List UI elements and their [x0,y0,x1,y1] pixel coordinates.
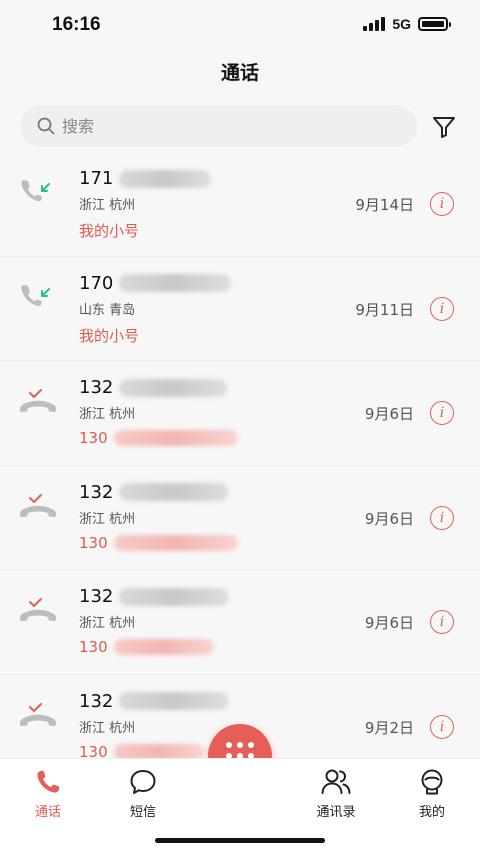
subline-text: 我的小号 [79,326,140,345]
call-date: 9月6日 [364,405,414,424]
missed-call-icon [18,490,58,526]
info-icon[interactable]: i [430,714,454,739]
signal-icon [363,17,386,31]
phone-icon [37,771,59,793]
redacted-number [119,378,228,397]
tab-profile[interactable]: 我的 [397,767,467,820]
call-row[interactable]: 132 浙江 杭州 130 9月6日 i [0,570,480,675]
contacts-icon [321,769,351,794]
redacted-number [113,430,238,447]
incoming-call-icon [18,281,58,317]
missed-call-icon [18,699,58,735]
phone-number: 132 [79,377,228,399]
subline-text: 130 [79,533,108,552]
redacted-number [119,692,230,711]
status-time: 16:16 [52,14,101,35]
redacted-number [119,169,212,188]
call-row[interactable]: 132 浙江 杭州 130 9月6日 i [0,361,480,466]
missed-call-icon [18,594,58,630]
network-type: 5G [392,16,411,32]
call-date: 9月6日 [364,614,414,633]
phone-number-prefix: 132 [79,377,114,399]
call-location: 浙江 杭州 [79,616,136,632]
call-subline: 130 [79,429,238,447]
redacted-number [119,587,230,606]
phone-number-prefix: 132 [79,690,114,712]
call-date: 9月11日 [355,300,414,319]
profile-icon [421,769,443,795]
call-location: 浙江 杭州 [79,720,136,736]
battery-icon [418,17,451,31]
call-location: 浙江 杭州 [79,198,136,213]
tab-contacts[interactable]: 通讯录 [301,767,371,820]
call-date: 9月2日 [364,718,414,737]
phone-number-prefix: 171 [79,168,114,189]
call-subline: 130 [79,638,214,656]
message-icon [130,770,156,794]
status-bar: 16:16 5G [0,0,480,52]
phone-number: 132 [79,586,230,608]
info-icon[interactable]: i [430,296,454,321]
call-subline: 130 [79,534,238,552]
tab-label: 通话 [34,805,61,820]
phone-number-prefix: 132 [79,481,114,503]
redacted-number [113,534,238,551]
info-icon[interactable]: i [430,192,454,216]
call-location: 浙江 杭州 [79,511,136,527]
info-icon[interactable]: i [430,505,454,530]
redacted-number [113,639,214,656]
subline-text: 我的小号 [79,222,140,240]
status-indicators: 5G [363,16,451,32]
tab-calls[interactable]: 通话 [13,767,83,820]
call-location: 浙江 杭州 [79,407,136,423]
tab-messages[interactable]: 短信 [108,767,178,820]
call-subline: 我的小号 [79,325,139,346]
tab-label: 短信 [129,805,156,820]
tab-label: 我的 [418,805,445,820]
call-location: 山东 青岛 [79,302,136,318]
call-list: 171 浙江 杭州 我的小号 9月14日 i 170 山东 青岛 我的小号 9月… [0,152,480,780]
call-date: 9月6日 [364,509,414,528]
tab-label: 通讯录 [316,805,356,820]
search-input[interactable] [62,116,362,136]
page-title: 通话 [220,62,259,84]
missed-call-icon [18,385,58,421]
subline-text: 130 [79,429,108,448]
phone-number-prefix: 170 [79,272,114,294]
call-date: 9月14日 [355,196,414,214]
info-icon[interactable]: i [430,401,454,426]
search-icon [37,117,55,135]
info-icon[interactable]: i [430,610,454,635]
redacted-number [119,274,232,293]
home-indicator [155,838,325,843]
phone-number: 132 [79,481,230,503]
phone-number: 132 [79,690,230,712]
call-row[interactable]: 132 浙江 杭州 130 9月6日 i [0,466,480,571]
subline-text: 130 [79,638,108,657]
phone-number: 171 [79,168,212,189]
call-row[interactable]: 171 浙江 杭州 我的小号 9月14日 i [0,152,480,257]
call-subline: 我的小号 [79,220,139,241]
search-bar[interactable] [20,105,417,147]
call-row[interactable]: 170 山东 青岛 我的小号 9月11日 i [0,257,480,362]
phone-number: 170 [79,272,232,294]
incoming-call-icon [18,176,58,212]
phone-number-prefix: 132 [79,586,114,608]
filter-icon[interactable] [431,114,457,140]
redacted-number [119,483,230,502]
